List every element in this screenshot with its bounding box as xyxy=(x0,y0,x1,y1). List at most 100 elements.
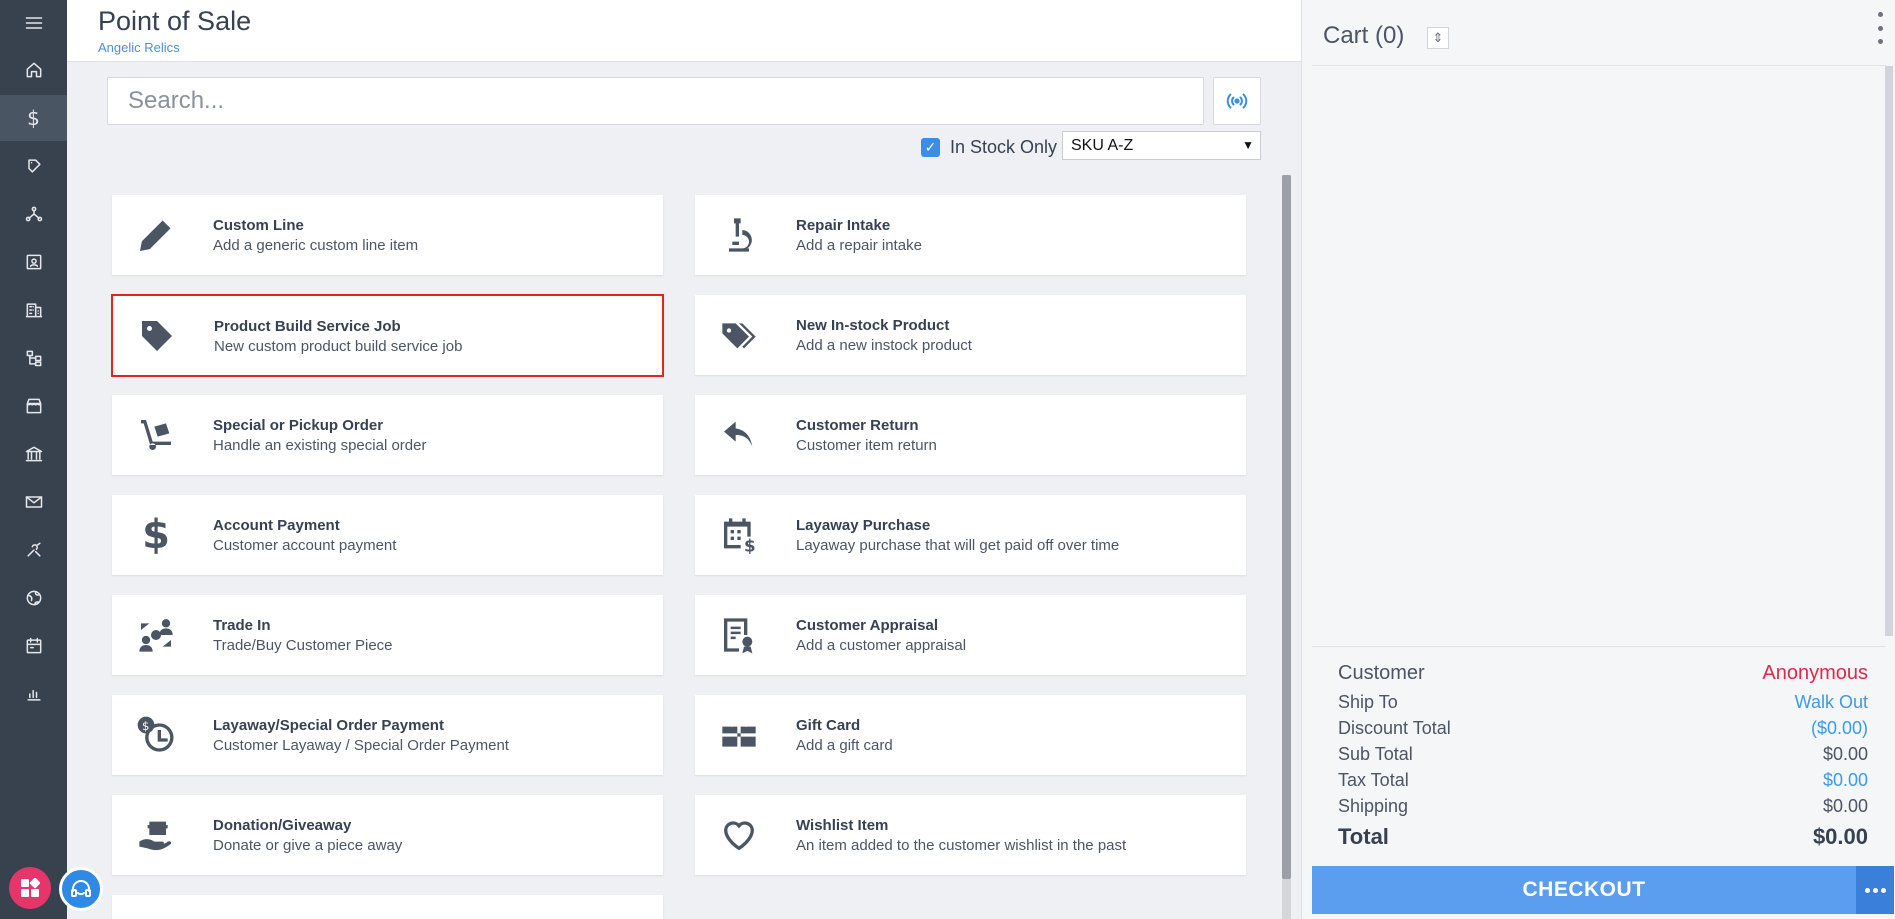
bank-icon[interactable] xyxy=(0,431,67,477)
total-label: Total xyxy=(1338,824,1389,849)
headset-icon xyxy=(71,880,91,897)
chevron-down-icon: ▼ xyxy=(1242,138,1254,152)
building-icon[interactable] xyxy=(0,287,67,333)
tools-icon[interactable] xyxy=(0,527,67,573)
customer-row[interactable]: Customer Anonymous xyxy=(1338,662,1868,685)
sitemap-icon[interactable] xyxy=(0,335,67,381)
tile-customer-appraisal[interactable]: Customer Appraisal Add a customer apprai… xyxy=(695,595,1246,675)
mail-icon[interactable] xyxy=(0,479,67,525)
hand-gift-icon xyxy=(134,813,178,857)
kebab-menu-icon[interactable] xyxy=(1876,12,1884,44)
in-stock-filter[interactable]: ✓ In Stock Only xyxy=(921,137,1057,158)
tile-wishlist-item[interactable]: Wishlist Item An item added to the custo… xyxy=(695,795,1246,875)
tile-subtitle: Customer item return xyxy=(796,437,937,454)
tile-title: Wishlist Item xyxy=(796,817,889,834)
home-icon[interactable] xyxy=(0,47,67,93)
tile-custom-line[interactable]: Custom Line Add a generic custom line it… xyxy=(112,195,663,275)
tile-product-build-service-job[interactable]: Product Build Service Job New custom pro… xyxy=(111,294,664,377)
ship-to-row[interactable]: Ship To Walk Out xyxy=(1338,692,1868,713)
tile-account-payment[interactable]: $ Account Payment Customer account payme… xyxy=(112,495,663,575)
page-header: Point of Sale Angelic Relics xyxy=(67,0,1301,62)
tile-layaway-purchase[interactable]: $ Layaway Purchase Layaway purchase that… xyxy=(695,495,1246,575)
discount-value[interactable]: ($0.00) xyxy=(1811,718,1868,739)
tile-subtitle: Trade/Buy Customer Piece xyxy=(213,637,393,654)
support-button[interactable] xyxy=(59,867,103,911)
dollar-icon[interactable]: $ xyxy=(0,95,67,141)
tile-gift-card[interactable]: Gift Card Add a gift card xyxy=(695,695,1246,775)
search-input[interactable] xyxy=(107,77,1204,125)
cart-panel: Cart (0) ⇕ Customer Anonymous Ship To Wa… xyxy=(1301,0,1895,919)
heart-icon xyxy=(717,813,761,857)
hand-truck-icon xyxy=(134,413,178,457)
tile-subtitle: Customer Layaway / Special Order Payment xyxy=(213,737,509,754)
shipping-value: $0.00 xyxy=(1822,796,1868,816)
apps-button[interactable] xyxy=(9,867,51,909)
tile-title: Custom Line xyxy=(213,217,304,234)
tile-donation-giveaway[interactable]: Donation/Giveaway Donate or give a piece… xyxy=(112,795,663,875)
cart-scrollbar[interactable] xyxy=(1885,66,1893,636)
tile-title: Special or Pickup Order xyxy=(213,417,384,434)
tile-layaway-special-order-payment[interactable]: $ Layaway/Special Order Payment Customer… xyxy=(112,695,663,775)
shipping-label: Shipping xyxy=(1338,796,1409,816)
network-icon[interactable] xyxy=(0,191,67,237)
tags-icon[interactable] xyxy=(0,143,67,189)
tile-subtitle: New custom product build service job xyxy=(214,338,463,355)
tile-subtitle: Add a new instock product xyxy=(796,337,972,354)
tile-special-or-pickup-order[interactable]: Special or Pickup Order Handle an existi… xyxy=(112,395,663,475)
tile-customer-return[interactable]: Customer Return Customer item return xyxy=(695,395,1246,475)
tile-title: Customer Return xyxy=(796,417,919,434)
tile-partial[interactable] xyxy=(112,895,663,919)
dollar-icon: $ xyxy=(142,512,170,558)
microscope-icon xyxy=(717,213,761,257)
sidebar: $ xyxy=(0,0,67,919)
store-name-link[interactable]: Angelic Relics xyxy=(98,40,180,55)
tile-trade-in[interactable]: Trade In Trade/Buy Customer Piece xyxy=(112,595,663,675)
page-title: Point of Sale xyxy=(98,6,252,36)
tile-title: Layaway/Special Order Payment xyxy=(213,717,444,734)
tile-subtitle: Handle an existing special order xyxy=(213,437,427,454)
divider xyxy=(1312,646,1886,647)
sort-select[interactable]: SKU A-Z ▼ xyxy=(1062,131,1261,160)
rfid-scan-button[interactable] xyxy=(1213,77,1261,125)
tile-subtitle: Add a customer appraisal xyxy=(796,637,967,654)
tile-title: Trade In xyxy=(213,617,271,634)
tile-subtitle: Add a generic custom line item xyxy=(213,237,419,254)
tags-icon xyxy=(717,313,761,357)
checkout-more-button[interactable] xyxy=(1856,866,1894,914)
tile-title: Layaway Purchase xyxy=(796,517,931,534)
menu-icon[interactable] xyxy=(0,0,67,46)
globe-icon[interactable] xyxy=(0,575,67,621)
calendar-dollar-icon: $ xyxy=(717,513,761,557)
broadcast-icon xyxy=(1226,93,1248,109)
tile-subtitle: Donate or give a piece away xyxy=(213,837,403,854)
subtotal-label: Sub Total xyxy=(1338,744,1413,764)
checkout-button[interactable]: CHECKOUT xyxy=(1312,866,1856,914)
tile-subtitle: Customer account payment xyxy=(213,537,397,554)
collapse-toggle-icon[interactable]: ⇕ xyxy=(1427,27,1449,49)
store-icon[interactable] xyxy=(0,383,67,429)
tile-title: Account Payment xyxy=(213,517,340,534)
reply-icon xyxy=(717,413,761,457)
cart-title: Cart (0) xyxy=(1323,22,1405,49)
customer-value[interactable]: Anonymous xyxy=(1762,662,1868,685)
svg-text:$: $ xyxy=(744,537,756,555)
tile-new-in-stock-product[interactable]: New In-stock Product Add a new instock p… xyxy=(695,295,1246,375)
tile-title: Gift Card xyxy=(796,717,861,734)
ship-to-value[interactable]: Walk Out xyxy=(1795,692,1868,713)
tax-value[interactable]: $0.00 xyxy=(1823,770,1868,791)
discount-row[interactable]: Discount Total ($0.00) xyxy=(1338,718,1868,739)
tile-title: Customer Appraisal xyxy=(796,617,938,634)
calendar-icon[interactable] xyxy=(0,623,67,669)
in-stock-checkbox[interactable]: ✓ xyxy=(921,138,940,157)
contact-card-icon[interactable] xyxy=(0,239,67,285)
tile-repair-intake[interactable]: Repair Intake Add a repair intake xyxy=(695,195,1246,275)
pencil-icon xyxy=(134,213,178,257)
tile-title: Product Build Service Job xyxy=(214,318,401,335)
tile-title: Repair Intake xyxy=(796,217,891,234)
svg-text:$: $ xyxy=(142,719,149,733)
tile-subtitle: Add a repair intake xyxy=(796,237,922,254)
tax-row[interactable]: Tax Total $0.00 xyxy=(1338,770,1868,791)
gift-card-icon xyxy=(717,713,761,757)
grid-scrollbar-thumb[interactable] xyxy=(1282,175,1291,879)
chart-icon[interactable] xyxy=(0,671,67,717)
